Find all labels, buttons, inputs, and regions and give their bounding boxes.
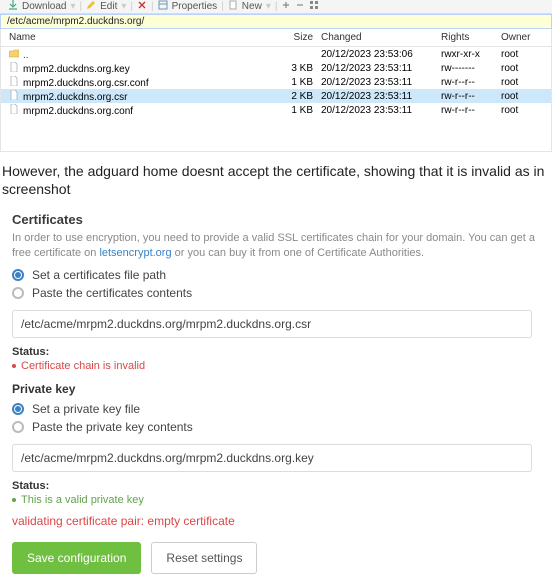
col-header-rights[interactable]: Rights (437, 31, 497, 44)
radio-selected-icon (12, 269, 24, 281)
plus-icon[interactable] (281, 0, 291, 13)
cert-status-value: Certificate chain is invalid (12, 360, 540, 372)
toolbar-download-label[interactable]: Download (22, 1, 66, 12)
file-icon (9, 104, 19, 114)
file-row[interactable]: mrpm2.duckdns.org.conf 1 KB 20/12/2023 2… (1, 103, 551, 117)
key-path-input[interactable] (12, 444, 532, 472)
file-row[interactable]: mrpm2.duckdns.org.key 3 KB 20/12/2023 23… (1, 61, 551, 75)
certificates-description: In order to use encryption, you need to … (12, 231, 540, 260)
save-configuration-button[interactable]: Save configuration (12, 542, 141, 574)
key-radio-paste[interactable]: Paste the private key contents (12, 420, 540, 434)
radio-selected-icon (12, 403, 24, 415)
toolbar-properties-label[interactable]: Properties (172, 1, 218, 12)
key-status-label: Status: (12, 480, 540, 492)
radio-unselected-icon (12, 287, 24, 299)
address-bar[interactable]: /etc/acme/mrpm2.duckdns.org/ (0, 14, 552, 29)
minus-icon[interactable] (295, 0, 305, 13)
radio-unselected-icon (12, 421, 24, 433)
body-paragraph: However, the adguard home doesnt accept … (0, 152, 552, 204)
folder-up-icon (9, 48, 19, 58)
close-icon (137, 0, 147, 13)
cert-radio-path[interactable]: Set a certificates file path (12, 268, 540, 282)
edit-icon (86, 0, 96, 13)
toolbar-new-label[interactable]: New (242, 1, 262, 12)
view-icon[interactable] (309, 0, 319, 13)
letsencrypt-link[interactable]: letsencrypt.org (99, 247, 171, 259)
col-header-owner[interactable]: Owner (497, 31, 547, 44)
encryption-panel: Certificates In order to use encryption,… (0, 204, 552, 588)
file-row[interactable]: mrpm2.duckdns.org.csr 2 KB 20/12/2023 23… (1, 89, 551, 103)
private-key-heading: Private key (12, 382, 540, 396)
new-icon (228, 0, 238, 13)
download-icon (8, 0, 18, 13)
file-list-header: Name Size Changed Rights Owner (1, 29, 551, 47)
properties-icon (158, 0, 168, 13)
col-header-name[interactable]: Name (5, 31, 277, 44)
file-list: Name Size Changed Rights Owner .. 20/12/… (0, 29, 552, 152)
cert-status-label: Status: (12, 346, 540, 358)
toolbar-edit-label[interactable]: Edit (100, 1, 117, 12)
file-row[interactable]: mrpm2.duckdns.org.csr.conf 1 KB 20/12/20… (1, 75, 551, 89)
cert-radio-paste[interactable]: Paste the certificates contents (12, 286, 540, 300)
reset-settings-button[interactable]: Reset settings (151, 542, 257, 574)
file-icon (9, 90, 19, 100)
key-radio-path[interactable]: Set a private key file (12, 402, 540, 416)
file-icon (9, 62, 19, 72)
cert-path-input[interactable] (12, 310, 532, 338)
col-header-size[interactable]: Size (277, 31, 317, 44)
file-row-up[interactable]: .. 20/12/2023 23:53:06 rwxr-xr-x root (1, 47, 551, 61)
pair-validation-error: validating certificate pair: empty certi… (12, 514, 540, 528)
file-icon (9, 76, 19, 86)
certificates-heading: Certificates (12, 212, 540, 227)
col-header-changed[interactable]: Changed (317, 31, 437, 44)
file-manager-toolbar: Download▾| Edit▾| | Properties| New▾| (0, 0, 552, 14)
